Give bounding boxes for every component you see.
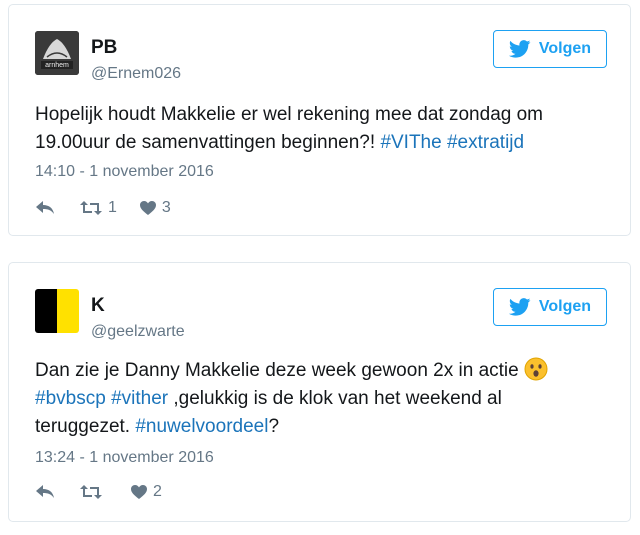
reply-icon <box>36 201 54 214</box>
tweet-text-part: Dan zie je Danny Makkelie deze week gewo… <box>35 360 524 381</box>
tweet-text: Dan zie je Danny Makkelie deze week gewo… <box>35 357 595 441</box>
hashtag-link[interactable]: #extratijd <box>447 132 524 153</box>
display-name[interactable]: PB <box>91 37 117 59</box>
tweet-text: Hopelijk houdt Makkelie er wel rekening … <box>35 101 595 157</box>
follow-label: Volgen <box>538 298 592 315</box>
tweet-card: K @geelzwarte Volgen Dan zie je Danny Ma… <box>8 262 631 522</box>
retweet-count: 1 <box>108 199 117 216</box>
avatar-black-stripe <box>35 289 57 333</box>
user-handle[interactable]: @geelzwarte <box>91 323 185 341</box>
avatar-yellow-stripe <box>57 289 79 333</box>
tweet-timestamp[interactable]: 13:24 - 1 november 2016 <box>35 449 214 467</box>
user-handle[interactable]: @Ernem026 <box>91 65 181 83</box>
follow-button[interactable]: Volgen <box>493 288 607 326</box>
reply-button[interactable] <box>35 200 57 216</box>
tweet-actions: 2 <box>35 483 162 501</box>
tweet-text-part: ? <box>268 416 280 437</box>
retweet-button[interactable] <box>79 484 108 500</box>
hashtag-link[interactable]: #vither <box>111 388 168 409</box>
heart-icon <box>131 485 147 499</box>
like-button[interactable]: 2 <box>130 483 162 501</box>
heart-icon <box>139 201 156 215</box>
surprised-face-emoji-icon <box>524 357 548 381</box>
avatar[interactable]: arnhem <box>35 31 79 75</box>
follow-button[interactable]: Volgen <box>493 30 607 68</box>
retweet-button[interactable]: 1 <box>79 199 117 217</box>
display-name[interactable]: K <box>91 295 105 317</box>
reply-icon <box>36 485 54 498</box>
tweet-timestamp[interactable]: 14:10 - 1 november 2016 <box>35 163 214 181</box>
adidas-trefoil-icon: arnhem <box>35 31 79 75</box>
twitter-bird-icon <box>508 40 531 58</box>
like-button[interactable]: 3 <box>139 199 171 217</box>
like-count: 3 <box>161 199 171 216</box>
hashtag-link[interactable]: #nuwelvoordeel <box>135 416 268 437</box>
hashtag-link[interactable]: #VIThe <box>380 132 441 153</box>
follow-label: Volgen <box>538 40 592 57</box>
retweet-icon <box>80 485 102 499</box>
tweet-card: arnhem PB @Ernem026 Volgen Hopelijk houd… <box>8 4 631 236</box>
like-count: 2 <box>153 483 162 500</box>
avatar-logo-text: arnhem <box>45 62 69 69</box>
twitter-bird-icon <box>508 298 531 316</box>
hashtag-link[interactable]: #bvbscp <box>35 388 106 409</box>
retweet-icon <box>80 201 102 215</box>
reply-button[interactable] <box>35 484 57 500</box>
avatar[interactable] <box>35 289 79 333</box>
tweet-actions: 1 3 <box>35 199 171 217</box>
